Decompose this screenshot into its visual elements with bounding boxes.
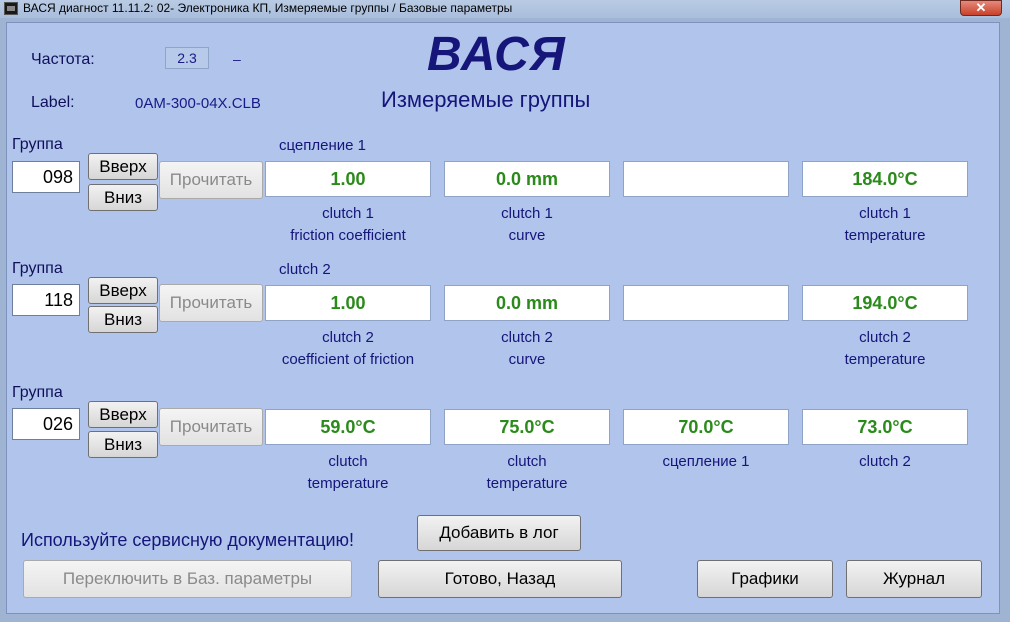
group-2-read-button[interactable]: Прочитать [159, 284, 263, 322]
label-file: 0AM-300-04X.CLB [135, 95, 261, 112]
group-3-desc-3: сцепление 1 [662, 453, 750, 470]
group-1-down-button[interactable]: Вниз [88, 184, 158, 211]
group-2-down-button[interactable]: Вниз [88, 306, 158, 333]
page-subtitle: Измеряемые группы [381, 87, 591, 112]
group-3-up-button[interactable]: Вверх [88, 401, 158, 428]
group-2-title: Группа [12, 260, 63, 277]
group-3-value-4: 73.0°C [802, 409, 968, 445]
group-2-desc-1: clutch 2 coefficient of friction [281, 329, 415, 368]
group-3-read-button[interactable]: Прочитать [159, 408, 263, 446]
app-icon [4, 2, 18, 15]
group-2-value-3 [623, 285, 789, 321]
label-caption: Label: [31, 94, 75, 111]
group-2-number-input[interactable]: 118 [12, 284, 80, 316]
group-3-number-input[interactable]: 026 [12, 408, 80, 440]
group-1-value-1: 1.00 [265, 161, 431, 197]
group-1-value-4: 184.0°C [802, 161, 968, 197]
frequency-value: 2.3 [165, 47, 209, 69]
group-1-name: сцепление 1 [279, 137, 366, 154]
group-3-title: Группа [12, 384, 63, 401]
group-1-desc-2: clutch 1 curve [501, 205, 553, 244]
group-2-value-4: 194.0°C [802, 285, 968, 321]
group-2-value-2: 0.0 mm [444, 285, 610, 321]
frequency-label: Частота: [31, 51, 95, 68]
brand-logo: ВАСЯ [427, 28, 566, 81]
main-panel: Частота: 2.3 – Label: 0AM-300-04X.CLB ВА… [6, 22, 1000, 614]
add-to-log-button[interactable]: Добавить в лог [417, 515, 581, 551]
group-3-desc-4: clutch 2 [859, 453, 911, 470]
group-2-value-1: 1.00 [265, 285, 431, 321]
group-1-number-input[interactable]: 098 [12, 161, 80, 193]
service-notice: Используйте сервисную документацию! [21, 530, 355, 550]
group-1-read-button[interactable]: Прочитать [159, 161, 263, 199]
group-3-value-1: 59.0°C [265, 409, 431, 445]
frequency-dash: – [233, 51, 241, 67]
group-3-value-2: 75.0°C [444, 409, 610, 445]
done-back-button[interactable]: Готово, Назад [378, 560, 622, 598]
group-3-desc-1: clutch temperature [307, 453, 389, 492]
group-2-desc-2: clutch 2 curve [501, 329, 553, 368]
graphs-button[interactable]: Графики [697, 560, 833, 598]
group-3-value-3: 70.0°C [623, 409, 789, 445]
switch-basic-params-button[interactable]: Переключить в Баз. параметры [23, 560, 352, 598]
group-1-desc-4: clutch 1 temperature [844, 205, 926, 244]
group-3-down-button[interactable]: Вниз [88, 431, 158, 458]
close-button[interactable]: ✕ [960, 0, 1002, 16]
journal-button[interactable]: Журнал [846, 560, 982, 598]
group-1-title: Группа [12, 136, 63, 153]
group-1-desc-1: clutch 1 friction coefficient [290, 205, 406, 244]
group-1-up-button[interactable]: Вверх [88, 153, 158, 180]
window-title: ВАСЯ диагност 11.11.2: 02- Электроника К… [23, 1, 513, 15]
group-2-up-button[interactable]: Вверх [88, 277, 158, 304]
group-2-name: clutch 2 [279, 261, 331, 278]
group-3-desc-2: clutch temperature [486, 453, 568, 492]
title-bar: ВАСЯ диагност 11.11.2: 02- Электроника К… [0, 0, 1010, 18]
group-1-value-3 [623, 161, 789, 197]
group-1-value-2: 0.0 mm [444, 161, 610, 197]
group-2-desc-4: clutch 2 temperature [844, 329, 926, 368]
